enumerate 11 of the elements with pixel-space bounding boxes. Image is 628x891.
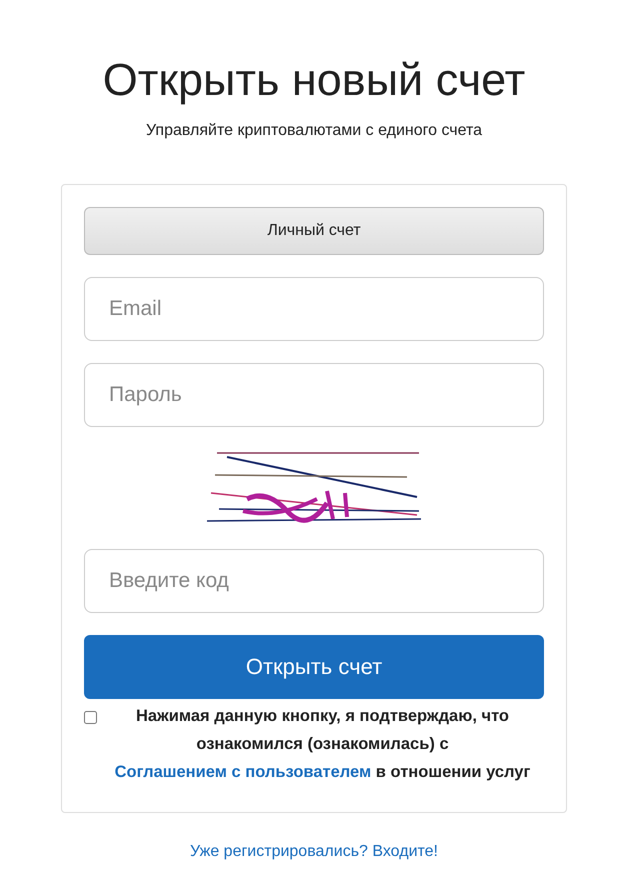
page-title: Открыть новый счет bbox=[102, 53, 526, 107]
input-field[interactable]: Email bbox=[84, 277, 544, 341]
input-field[interactable]: Введите код bbox=[84, 549, 544, 613]
login-link[interactable]: Уже регистрировались? Входите! bbox=[190, 843, 438, 861]
input-field[interactable]: Пароль bbox=[84, 363, 544, 427]
account-tab[interactable]: Личный счет bbox=[84, 207, 544, 255]
subtitle: Управляйте криптовалютами с единого счета bbox=[146, 122, 482, 140]
agreement-checkbox[interactable] bbox=[84, 710, 97, 725]
agreement-link[interactable]: Соглашением с пользователем bbox=[114, 763, 372, 781]
agreement-text: Нажимая данную кнопку, я подтверждаю, что ознакомился (ознакомилась) с Соглашением с пользователем в отношении услуг bbox=[114, 706, 532, 783]
submit-button[interactable]: Открыть счет bbox=[84, 635, 544, 699]
